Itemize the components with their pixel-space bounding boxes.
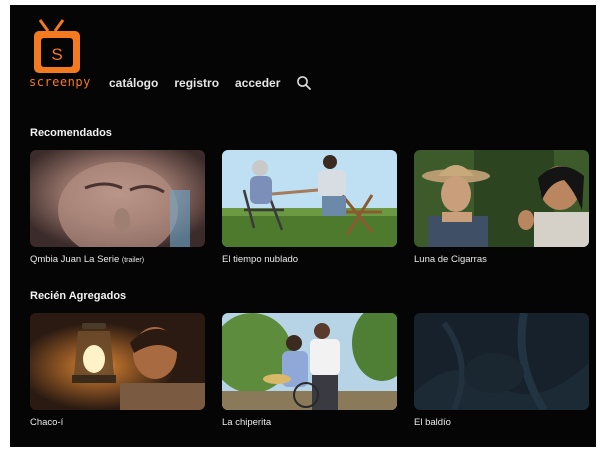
section-title-recomendados: Recomendados bbox=[30, 127, 112, 139]
movie-thumbnail[interactable] bbox=[414, 313, 589, 410]
movie-thumbnail[interactable] bbox=[222, 313, 397, 410]
movie-thumbnail[interactable] bbox=[30, 313, 205, 410]
movie-thumbnail[interactable] bbox=[222, 150, 397, 247]
svg-text:S: S bbox=[51, 45, 62, 64]
top-nav: catálogo registro acceder bbox=[109, 75, 312, 91]
movie-thumbnail[interactable] bbox=[414, 150, 589, 247]
search-icon[interactable] bbox=[296, 75, 312, 91]
section-title-recien-agregados: Recién Agregados bbox=[30, 290, 127, 302]
brand-name[interactable]: screenpy bbox=[29, 75, 91, 89]
app-window: S screenpy catálogo registro acceder Rec… bbox=[10, 5, 596, 447]
nav-acceder[interactable]: acceder bbox=[235, 76, 280, 90]
movie-card-qmbia[interactable]: Qmbia Juan La Serie (trailer) bbox=[30, 150, 205, 265]
movie-thumbnail[interactable] bbox=[30, 150, 205, 247]
movie-card-el-tiempo-nublado[interactable]: El tiempo nublado bbox=[222, 150, 397, 265]
movie-card-el-baldio[interactable]: El baldío bbox=[414, 313, 589, 428]
trailer-tag: (trailer) bbox=[121, 257, 145, 264]
movie-title[interactable]: El baldío bbox=[414, 417, 589, 428]
movie-card-luna-de-cigarras[interactable]: Luna de Cigarras bbox=[414, 150, 589, 265]
movie-title[interactable]: Qmbia Juan La Serie (trailer) bbox=[30, 254, 205, 265]
movie-card-la-chiperita[interactable]: La chiperita bbox=[222, 313, 397, 428]
nav-catalogo[interactable]: catálogo bbox=[109, 76, 158, 90]
movie-title[interactable]: Chaco-í bbox=[30, 417, 205, 428]
movie-title[interactable]: Luna de Cigarras bbox=[414, 254, 589, 265]
movie-title[interactable]: El tiempo nublado bbox=[222, 254, 397, 265]
nav-registro[interactable]: registro bbox=[174, 76, 219, 90]
movie-title[interactable]: La chiperita bbox=[222, 417, 397, 428]
movie-card-chaco-i[interactable]: Chaco-í bbox=[30, 313, 205, 428]
